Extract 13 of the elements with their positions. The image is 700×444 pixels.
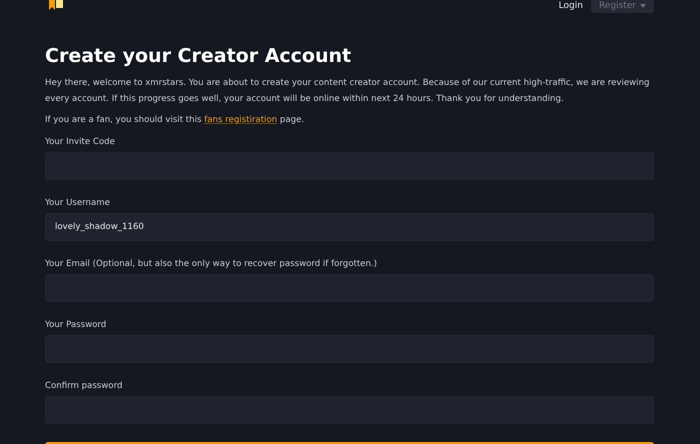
field-label: Your Invite Code: [45, 136, 116, 148]
logo-icon[interactable]: [48, 0, 64, 10]
fan-note: If you are a fan, you should visit this fans registiration page.: [45, 114, 306, 127]
field-label: Your Username: [45, 197, 111, 209]
caret-icon: [640, 4, 646, 8]
intro-paragraph: Hey there, welcome to xmrstars. You are about to create your content creator account. Because of our current high-traffic, we are reviewing every account. If this progress goes well, your account will be online within next 24 hours. Thank you for understanding.: [45, 77, 650, 106]
input-field[interactable]: lovely_shadow_1160: [45, 213, 654, 241]
field-label: Your Password: [45, 319, 108, 331]
login-link[interactable]: Login: [558, 0, 583, 11]
field-label: Confirm password: [45, 380, 124, 392]
field-label: Your Email (Optional, but also the only way to recover password if forgotten.): [45, 258, 378, 270]
fans-registration-link[interactable]: fans registiration: [204, 115, 278, 125]
page-title: Create your Creator Account: [45, 44, 352, 68]
